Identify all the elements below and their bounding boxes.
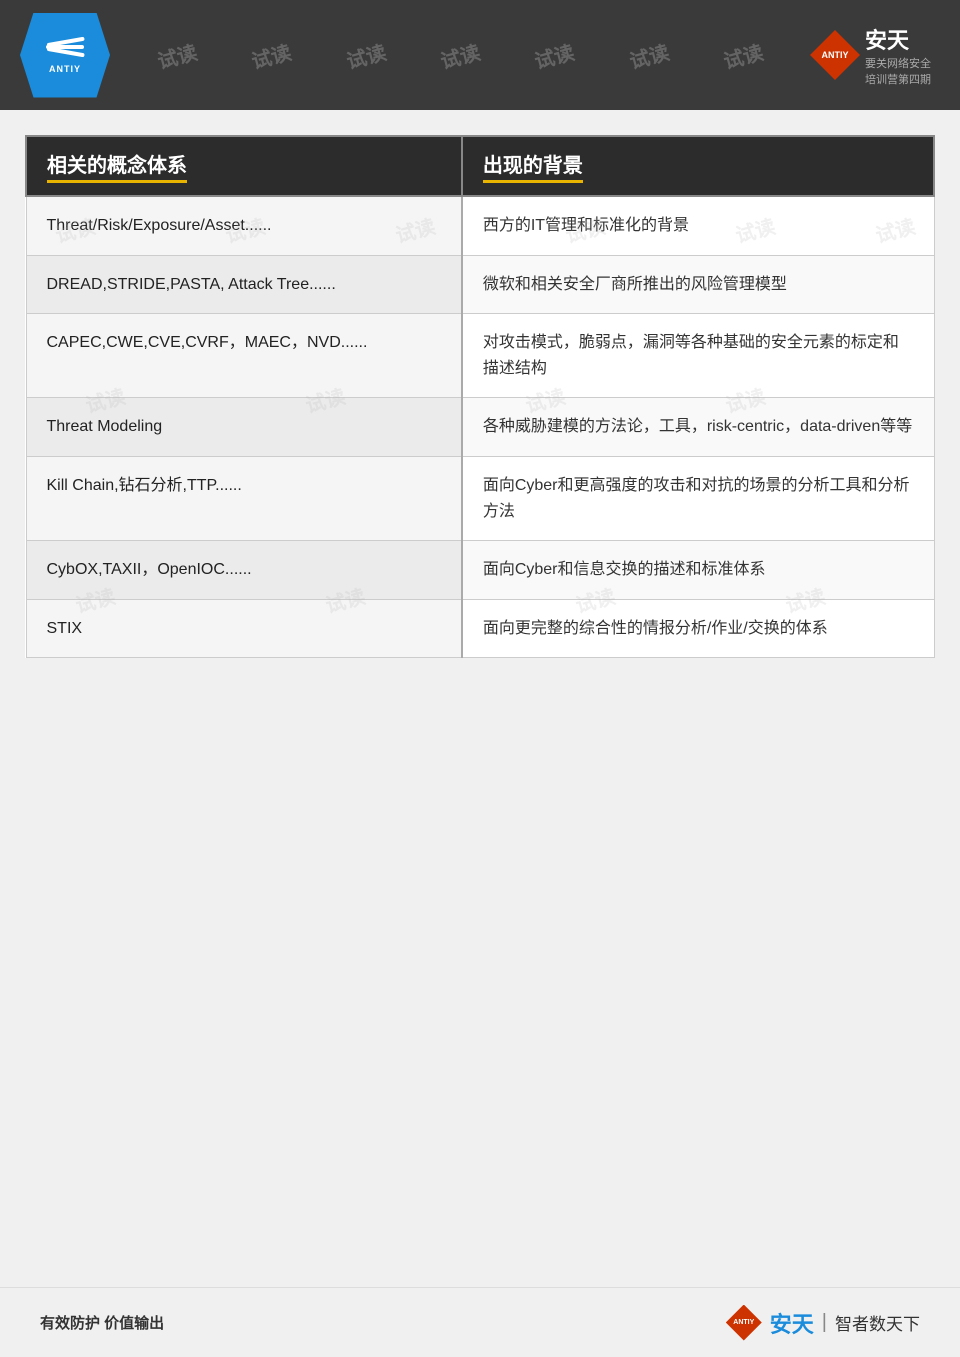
footer-tagline: 有效防护 价值输出 — [40, 1312, 164, 1333]
footer-separator: | — [822, 1311, 827, 1334]
brand-name: 安天 — [865, 23, 940, 55]
header-wm-7: 试读 — [720, 36, 766, 74]
left-cell-4: Kill Chain,钻石分析,TTP...... — [26, 456, 462, 540]
table-row: Kill Chain,钻石分析,TTP......面向Cyber和更高强度的攻击… — [26, 456, 934, 540]
footer-diamond-icon: ANTIY — [726, 1305, 762, 1341]
header-wm-6: 试读 — [625, 36, 671, 74]
table-row: Threat Modeling各种威胁建模的方法论，工具，risk-centri… — [26, 398, 934, 457]
header-watermarks: 试读 试读 试读 试读 试读 试读 试读 — [110, 41, 810, 70]
header-right-logo: ANTIY 安天 要关网络安全培训营第四期 — [810, 20, 940, 90]
right-cell-6: 面向更完整的综合性的情报分析/作业/交换的体系 — [462, 599, 934, 658]
left-cell-5: CybOX,TAXII，OpenIOC...... — [26, 541, 462, 600]
table-row: CybOX,TAXII，OpenIOC......面向Cyber和信息交换的描述… — [26, 541, 934, 600]
logo: ANTIY — [20, 13, 110, 98]
left-cell-3: Threat Modeling — [26, 398, 462, 457]
right-cell-4: 面向Cyber和更高强度的攻击和对抗的场景的分析工具和分析方法 — [462, 456, 934, 540]
right-cell-2: 对攻击模式，脆弱点，漏洞等各种基础的安全元素的标定和描述结构 — [462, 314, 934, 398]
table-row: Threat/Risk/Exposure/Asset......西方的IT管理和… — [26, 196, 934, 255]
header-wm-4: 试读 — [437, 36, 483, 74]
col1-header-text: 相关的概念体系 — [47, 149, 187, 183]
footer-brand: ANTIY 安天 | 智者数天下 — [726, 1305, 920, 1341]
header: ANTIY 试读 试读 试读 试读 试读 试读 试读 ANTIY 安天 要关网络… — [0, 0, 960, 110]
right-cell-3: 各种威胁建模的方法论，工具，risk-centric，data-driven等等 — [462, 398, 934, 457]
header-wm-1: 试读 — [154, 36, 200, 74]
left-cell-1: DREAD,STRIDE,PASTA, Attack Tree...... — [26, 255, 462, 314]
logo-label: ANTIY — [49, 64, 81, 74]
table-row: STIX面向更完整的综合性的情报分析/作业/交换的体系 — [26, 599, 934, 658]
footer-antiy: 安天 — [770, 1307, 814, 1339]
col2-header: 出现的背景 — [462, 136, 934, 196]
header-wm-3: 试读 — [343, 36, 389, 74]
left-cell-0: Threat/Risk/Exposure/Asset...... — [26, 196, 462, 255]
header-brand: ANTIY 安天 要关网络安全培训营第四期 — [810, 23, 940, 87]
left-cell-6: STIX — [26, 599, 462, 658]
right-cell-5: 面向Cyber和信息交换的描述和标准体系 — [462, 541, 934, 600]
header-wm-2: 试读 — [248, 36, 294, 74]
header-wm-5: 试读 — [531, 36, 577, 74]
col1-header: 相关的概念体系 — [26, 136, 462, 196]
col2-header-text: 出现的背景 — [483, 149, 583, 183]
logo-lines — [46, 36, 84, 58]
table-row: CAPEC,CWE,CVE,CVRF，MAEC，NVD......对攻击模式，脆… — [26, 314, 934, 398]
left-cell-2: CAPEC,CWE,CVE,CVRF，MAEC，NVD...... — [26, 314, 462, 398]
right-cell-0: 西方的IT管理和标准化的背景 — [462, 196, 934, 255]
table-row: DREAD,STRIDE,PASTA, Attack Tree......微软和… — [26, 255, 934, 314]
brand-subtitle: 要关网络安全培训营第四期 — [865, 55, 940, 87]
right-cell-1: 微软和相关安全厂商所推出的风险管理模型 — [462, 255, 934, 314]
footer: 有效防护 价值输出 ANTIY 安天 | 智者数天下 — [0, 1287, 960, 1357]
footer-brand-sub: 智者数天下 — [835, 1310, 920, 1335]
main-table: 相关的概念体系 出现的背景 Threat/Risk/Exposure/Asset… — [25, 135, 935, 658]
